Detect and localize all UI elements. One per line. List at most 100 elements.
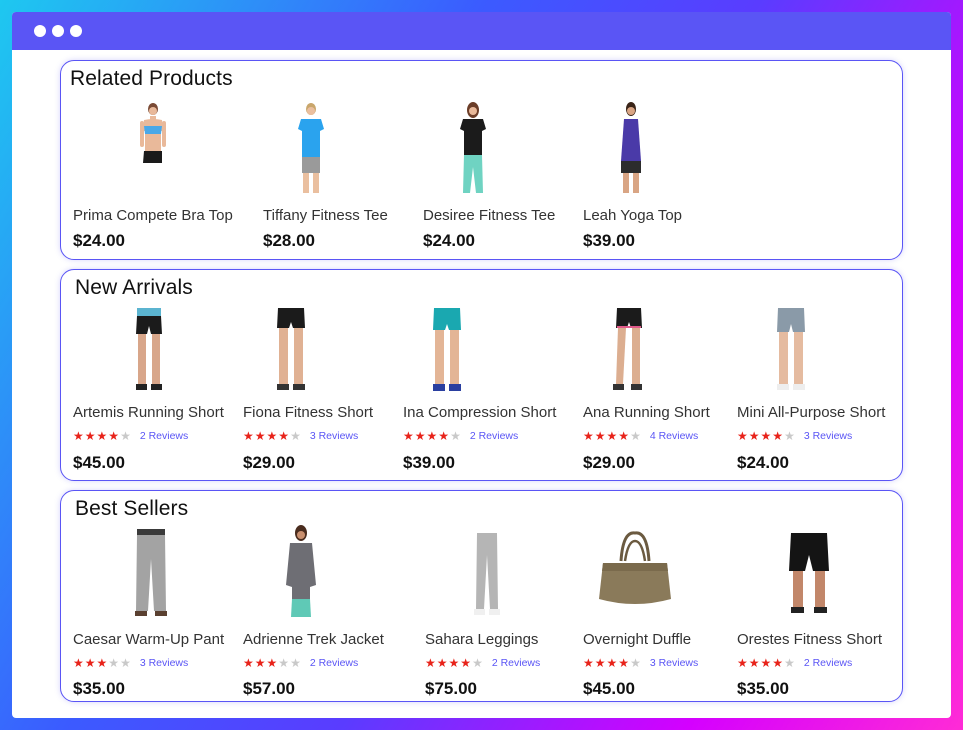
product-price: $35.00 [737, 679, 789, 698]
product-price: $24.00 [73, 231, 125, 250]
star-filled-icon: ★ [594, 656, 606, 670]
star-filled-icon: ★ [254, 656, 266, 670]
product-price: $28.00 [263, 231, 315, 250]
product-price: $45.00 [73, 453, 125, 472]
star-filled-icon: ★ [618, 656, 630, 670]
star-filled-icon: ★ [84, 429, 96, 443]
product-price: $39.00 [403, 453, 455, 472]
reviews-link[interactable]: 2 Reviews [310, 657, 358, 669]
star-empty-icon: ★ [278, 656, 290, 670]
product-rating[interactable]: ★ ★ ★ ★ ★ 2 Reviews [403, 430, 518, 442]
product-name[interactable]: Ina Compression Short [403, 404, 556, 421]
star-filled-icon: ★ [606, 429, 618, 443]
product-name[interactable]: Ana Running Short [583, 404, 710, 421]
star-filled-icon: ★ [108, 429, 120, 443]
product-price: $39.00 [583, 231, 635, 250]
star-filled-icon: ★ [73, 656, 84, 670]
product-price: $29.00 [243, 453, 295, 472]
star-filled-icon: ★ [737, 656, 748, 670]
star-filled-icon: ★ [760, 429, 772, 443]
title-bar [12, 12, 951, 50]
product-rating[interactable]: ★ ★ ★ ★ ★ 2 Reviews [243, 657, 358, 669]
star-filled-icon: ★ [425, 656, 436, 670]
product-price: $45.00 [583, 679, 635, 698]
product-name[interactable]: Desiree Fitness Tee [423, 207, 555, 224]
best-sellers-section: Best Sellers Caesar Warm-Up Pant ★ ★ ★ ★ ★ 3… [60, 490, 903, 702]
star-filled-icon: ★ [436, 656, 448, 670]
star-filled-icon: ★ [266, 429, 278, 443]
product-name[interactable]: Leah Yoga Top [583, 207, 682, 224]
product-name[interactable]: Adrienne Trek Jacket [243, 631, 384, 648]
product-image[interactable] [751, 306, 831, 398]
product-rating[interactable]: ★ ★ ★ ★ ★ 3 Reviews [583, 657, 698, 669]
product-image[interactable] [595, 527, 675, 619]
star-empty-icon: ★ [472, 656, 483, 670]
star-filled-icon: ★ [737, 429, 748, 443]
browser-window: Related Products Prima Compete Bra Top $… [12, 12, 951, 718]
product-name[interactable]: Mini All-Purpose Short [737, 404, 885, 421]
reviews-link[interactable]: 2 Reviews [140, 430, 188, 442]
product-rating[interactable]: ★ ★ ★ ★ ★ 3 Reviews [73, 657, 188, 669]
product-rating[interactable]: ★ ★ ★ ★ ★ 3 Reviews [737, 430, 852, 442]
product-name[interactable]: Fiona Fitness Short [243, 404, 373, 421]
star-filled-icon: ★ [243, 429, 254, 443]
reviews-link[interactable]: 2 Reviews [470, 430, 518, 442]
product-price: $24.00 [423, 231, 475, 250]
product-price: $24.00 [737, 453, 789, 472]
product-name[interactable]: Caesar Warm-Up Pant [73, 631, 224, 648]
product-rating[interactable]: ★ ★ ★ ★ ★ 2 Reviews [425, 657, 540, 669]
window-dot-icon[interactable] [70, 25, 82, 37]
star-filled-icon: ★ [448, 656, 460, 670]
product-rating[interactable]: ★ ★ ★ ★ ★ 4 Reviews [583, 430, 698, 442]
window-dot-icon[interactable] [34, 25, 46, 37]
star-empty-icon: ★ [784, 429, 795, 443]
product-price: $29.00 [583, 453, 635, 472]
star-filled-icon: ★ [460, 656, 472, 670]
product-image[interactable] [111, 529, 191, 621]
product-rating[interactable]: ★ ★ ★ ★ ★ 3 Reviews [243, 430, 358, 442]
reviews-link[interactable]: 2 Reviews [492, 657, 540, 669]
star-filled-icon: ★ [403, 429, 414, 443]
product-rating[interactable]: ★ ★ ★ ★ ★ 2 Reviews [737, 657, 852, 669]
star-filled-icon: ★ [772, 656, 784, 670]
star-filled-icon: ★ [73, 429, 84, 443]
product-image[interactable] [109, 306, 189, 398]
product-price: $57.00 [243, 679, 295, 698]
window-dot-icon[interactable] [52, 25, 64, 37]
star-empty-icon: ★ [630, 656, 641, 670]
product-name[interactable]: Overnight Duffle [583, 631, 691, 648]
product-image[interactable] [251, 306, 331, 398]
star-empty-icon: ★ [108, 656, 120, 670]
reviews-link[interactable]: 3 Reviews [804, 430, 852, 442]
product-image[interactable] [447, 529, 527, 621]
product-name[interactable]: Orestes Fitness Short [737, 631, 882, 648]
star-filled-icon: ★ [278, 429, 290, 443]
product-name[interactable]: Tiffany Fitness Tee [263, 207, 388, 224]
product-image[interactable] [769, 531, 849, 623]
product-image[interactable] [589, 306, 669, 398]
reviews-link[interactable]: 4 Reviews [650, 430, 698, 442]
product-name[interactable]: Prima Compete Bra Top [73, 207, 233, 224]
reviews-link[interactable]: 3 Reviews [140, 657, 188, 669]
reviews-link[interactable]: 3 Reviews [310, 430, 358, 442]
star-filled-icon: ★ [583, 656, 594, 670]
star-empty-icon: ★ [630, 429, 641, 443]
star-filled-icon: ★ [583, 429, 594, 443]
related-products-section: Related Products Prima Compete Bra Top $… [60, 60, 903, 260]
product-name[interactable]: Artemis Running Short [73, 404, 224, 421]
star-empty-icon: ★ [784, 656, 795, 670]
star-empty-icon: ★ [290, 656, 301, 670]
product-rating[interactable]: ★ ★ ★ ★ ★ 2 Reviews [73, 430, 188, 442]
product-image[interactable] [433, 101, 513, 193]
product-name[interactable]: Sahara Leggings [425, 631, 538, 648]
product-image[interactable] [261, 525, 341, 617]
product-image[interactable] [407, 306, 487, 398]
product-image[interactable] [591, 101, 671, 193]
product-image[interactable] [271, 101, 351, 193]
product-image[interactable] [113, 101, 193, 193]
star-filled-icon: ★ [254, 429, 266, 443]
reviews-link[interactable]: 3 Reviews [650, 657, 698, 669]
star-filled-icon: ★ [243, 656, 254, 670]
star-filled-icon: ★ [84, 656, 96, 670]
reviews-link[interactable]: 2 Reviews [804, 657, 852, 669]
